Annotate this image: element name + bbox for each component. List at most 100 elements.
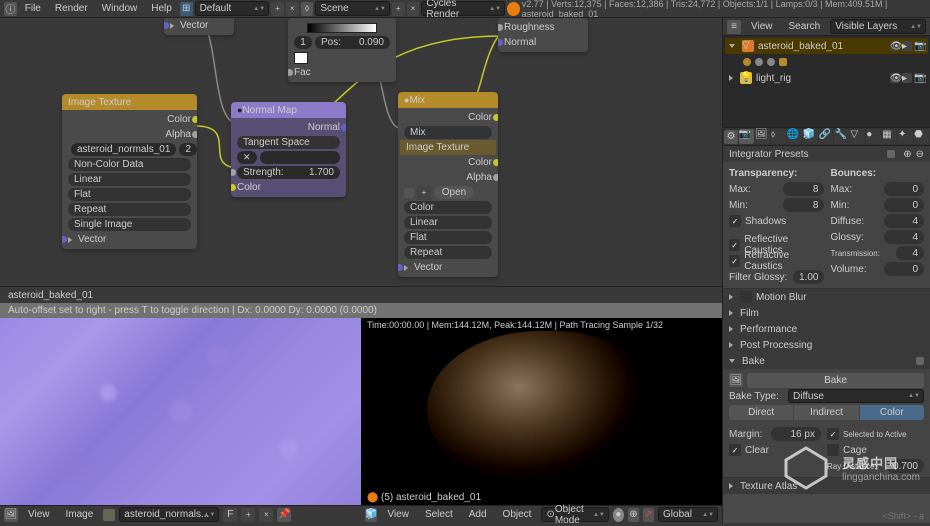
bake-button[interactable]: Bake: [747, 373, 924, 388]
vis-icon[interactable]: 👁: [890, 41, 900, 51]
outliner[interactable]: ▽ asteroid_baked_01 👁▸📷 💡 light_rig 👁▸📷: [723, 36, 930, 128]
tab-scene[interactable]: ⬨: [771, 129, 786, 144]
scene-icon[interactable]: ⬨: [301, 2, 314, 16]
node-frag-topleft[interactable]: Vector: [164, 18, 234, 35]
new-button[interactable]: +: [417, 186, 431, 200]
manipulator-icon[interactable]: ↗: [643, 508, 654, 522]
tab-object[interactable]: 🧊: [803, 129, 818, 144]
img-add[interactable]: +: [241, 508, 255, 522]
menu-file[interactable]: File: [19, 1, 47, 16]
tab-render[interactable]: 📷: [739, 129, 754, 144]
pin-icon[interactable]: 📌: [277, 508, 291, 522]
clear-check[interactable]: [729, 444, 741, 456]
tab-physics[interactable]: ⬣: [914, 129, 929, 144]
menu-window[interactable]: Window: [96, 1, 144, 16]
image-icon[interactable]: [103, 509, 115, 521]
menu-select[interactable]: Select: [419, 507, 459, 522]
image-dropdown[interactable]: asteroid_normals...: [119, 507, 219, 522]
editor-type-icon[interactable]: 🖼: [4, 508, 18, 522]
info-icon[interactable]: ⓘ: [4, 2, 17, 16]
img-del[interactable]: ×: [259, 508, 273, 522]
filter-glossy-field[interactable]: 1.00: [793, 270, 824, 284]
outliner-item[interactable]: 💡 light_rig 👁▸📷: [725, 70, 928, 86]
section-film[interactable]: Film: [723, 305, 930, 321]
tab-particles[interactable]: ✦: [898, 129, 913, 144]
section-post[interactable]: Post Processing: [723, 337, 930, 353]
tab-world[interactable]: 🌐: [787, 129, 802, 144]
bounce-min-field[interactable]: 0: [884, 198, 924, 212]
layout-add[interactable]: +: [271, 2, 284, 16]
cage-check[interactable]: [827, 444, 839, 456]
tab-layers[interactable]: 🖼: [755, 129, 770, 144]
node-frag-topright[interactable]: Roughness Normal: [498, 18, 588, 52]
tab-modifiers[interactable]: 🔧: [834, 129, 849, 144]
sel-active-check[interactable]: [827, 428, 839, 440]
engine-dropdown[interactable]: Cycles Render: [421, 1, 505, 16]
menu-object[interactable]: Object: [497, 507, 538, 522]
layout-dropdown[interactable]: Default: [195, 1, 270, 16]
layout-del[interactable]: ×: [286, 2, 299, 16]
transmission-field[interactable]: 4: [896, 246, 924, 260]
tab-material[interactable]: ●: [866, 129, 881, 144]
3d-viewport[interactable]: Time:00:00.00 | Mem:144.12M, Peak:144.12…: [361, 318, 722, 505]
section-performance[interactable]: Performance: [723, 321, 930, 337]
outliner-item[interactable]: ▽ asteroid_baked_01 👁▸📷: [725, 38, 928, 54]
node-editor[interactable]: Vector Roughness Normal 1Pos:0.090 Fac: [0, 18, 722, 286]
src-dropdown[interactable]: Single Image: [68, 218, 191, 231]
section-motion-blur[interactable]: Motion Blur: [723, 289, 930, 305]
editor-type-icon[interactable]: ≡: [727, 20, 741, 34]
fake-user[interactable]: F: [223, 508, 237, 522]
open-button[interactable]: Open: [434, 186, 474, 199]
shadows-check[interactable]: [729, 215, 741, 227]
menu-view[interactable]: View: [22, 507, 56, 522]
proj-dropdown[interactable]: Flat: [68, 188, 191, 201]
orient-dropdown[interactable]: Global: [658, 507, 718, 522]
colorspace-dropdown[interactable]: Non-Color Data: [68, 158, 191, 171]
bake-type-dropdown[interactable]: Diffuse: [788, 389, 924, 403]
interp-dropdown[interactable]: Linear: [68, 173, 191, 186]
section-bake[interactable]: Bake: [723, 353, 930, 369]
layout-icon[interactable]: ⊞: [180, 2, 193, 16]
mode-dropdown[interactable]: ⊙ Object Mode: [541, 507, 608, 522]
ray-dist-field[interactable]: 0.700: [887, 459, 924, 473]
blend-dropdown[interactable]: Mix: [404, 126, 492, 139]
shading-icon[interactable]: ●: [613, 508, 624, 522]
diffuse-field[interactable]: 4: [884, 214, 924, 228]
margin-field[interactable]: 16 px: [771, 427, 821, 441]
trans-min-field[interactable]: 8: [783, 198, 824, 212]
nm-space-dropdown[interactable]: Tangent Space: [237, 136, 340, 149]
vis-icon[interactable]: 👁: [890, 73, 900, 83]
node-normal-map[interactable]: ● Normal Map Normal Tangent Space ✕ Stre…: [231, 102, 346, 197]
scene-del[interactable]: ×: [407, 2, 420, 16]
integrator-presets[interactable]: Integrator Presets⊕⊖: [723, 146, 930, 162]
menu-search[interactable]: Search: [783, 19, 827, 34]
scene-add[interactable]: +: [392, 2, 405, 16]
uv-image-viewport[interactable]: [0, 318, 361, 505]
section-texture-atlas[interactable]: Texture Atlas: [723, 478, 930, 494]
menu-add[interactable]: Add: [463, 507, 493, 522]
node-color-ramp-frag[interactable]: 1Pos:0.090 Fac: [288, 18, 396, 82]
display-dropdown[interactable]: Visible Layers: [830, 19, 926, 34]
editor-type-icon[interactable]: ⚙: [724, 130, 738, 144]
sel-icon[interactable]: ▸: [902, 73, 912, 83]
glossy-field[interactable]: 4: [884, 230, 924, 244]
menu-help[interactable]: Help: [145, 1, 178, 16]
outliner-item[interactable]: [725, 54, 928, 70]
pivot-icon[interactable]: ⊕: [628, 508, 639, 522]
volume-field[interactable]: 0: [884, 262, 924, 276]
render-icon[interactable]: 📷: [914, 41, 924, 51]
properties-panel[interactable]: Integrator Presets⊕⊖ Transparency: Max:8…: [723, 146, 930, 523]
tab-texture[interactable]: ▦: [882, 129, 897, 144]
direct-toggle[interactable]: Direct: [729, 405, 793, 420]
strength-field[interactable]: Strength:1.700: [237, 166, 340, 179]
sel-icon[interactable]: ▸: [902, 41, 912, 51]
refl-check[interactable]: [729, 239, 740, 251]
node-image-texture[interactable]: Image Texture Color Alpha asteroid_norma…: [62, 94, 197, 249]
trans-max-field[interactable]: 8: [783, 182, 824, 196]
render-icon[interactable]: 📷: [914, 73, 924, 83]
indirect-toggle[interactable]: Indirect: [794, 405, 858, 420]
refr-check[interactable]: [729, 255, 740, 267]
menu-view[interactable]: View: [381, 507, 415, 522]
scene-dropdown[interactable]: Scene: [315, 1, 390, 16]
node-mix[interactable]: ● Mix Color Mix Image Texture Color Alph…: [398, 92, 498, 277]
